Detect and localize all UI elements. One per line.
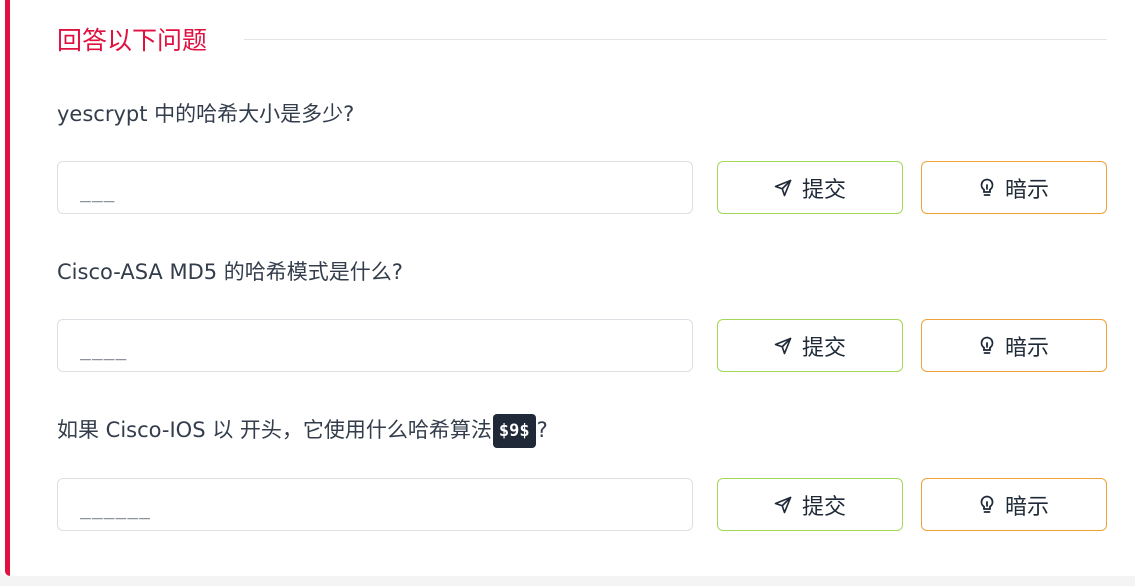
- question-3-text-before: 如果 Cisco-IOS 以 开头，它使用什么哈希算法: [57, 418, 492, 442]
- hint-label: 暗示: [1004, 177, 1049, 203]
- lightbulb-icon: [979, 178, 995, 198]
- send-icon: [774, 496, 792, 514]
- question-3-answer-input[interactable]: [57, 478, 693, 531]
- send-icon: [774, 337, 792, 355]
- question-1-submit-button[interactable]: 提交: [717, 161, 903, 214]
- send-icon: [774, 179, 792, 197]
- question-3-submit-button[interactable]: 提交: [717, 478, 903, 531]
- submit-label: 提交: [801, 177, 846, 203]
- submit-label: 提交: [801, 335, 846, 361]
- question-1-hint-button[interactable]: 暗示: [921, 161, 1107, 214]
- question-1-answer-input[interactable]: [57, 161, 693, 214]
- accent-bar: [5, 0, 10, 576]
- question-2-submit-button[interactable]: 提交: [717, 319, 903, 372]
- submit-label: 提交: [801, 494, 846, 520]
- question-3-hint-button[interactable]: 暗示: [921, 478, 1107, 531]
- question-1-text: yescrypt 中的哈希大小是多少?: [57, 102, 355, 126]
- lightbulb-icon: [979, 495, 995, 515]
- hint-label: 暗示: [1004, 494, 1049, 520]
- question-3-text: 如果 Cisco-IOS 以 开头，它使用什么哈希算法 $9$?: [57, 414, 548, 448]
- hint-label: 暗示: [1004, 335, 1049, 361]
- questions-panel: 回答以下问题 yescrypt 中的哈希大小是多少? 提交 暗示 Cisco-A…: [0, 0, 1135, 576]
- question-3-text-after: ?: [536, 418, 548, 442]
- question-2-hint-button[interactable]: 暗示: [921, 319, 1107, 372]
- section-title: 回答以下问题: [57, 26, 208, 55]
- code-badge: $9$: [492, 414, 536, 448]
- title-divider: [244, 39, 1107, 40]
- question-2-text: Cisco-ASA MD5 的哈希模式是什么?: [57, 260, 403, 284]
- lightbulb-icon: [979, 336, 995, 356]
- question-2-answer-input[interactable]: [57, 319, 693, 372]
